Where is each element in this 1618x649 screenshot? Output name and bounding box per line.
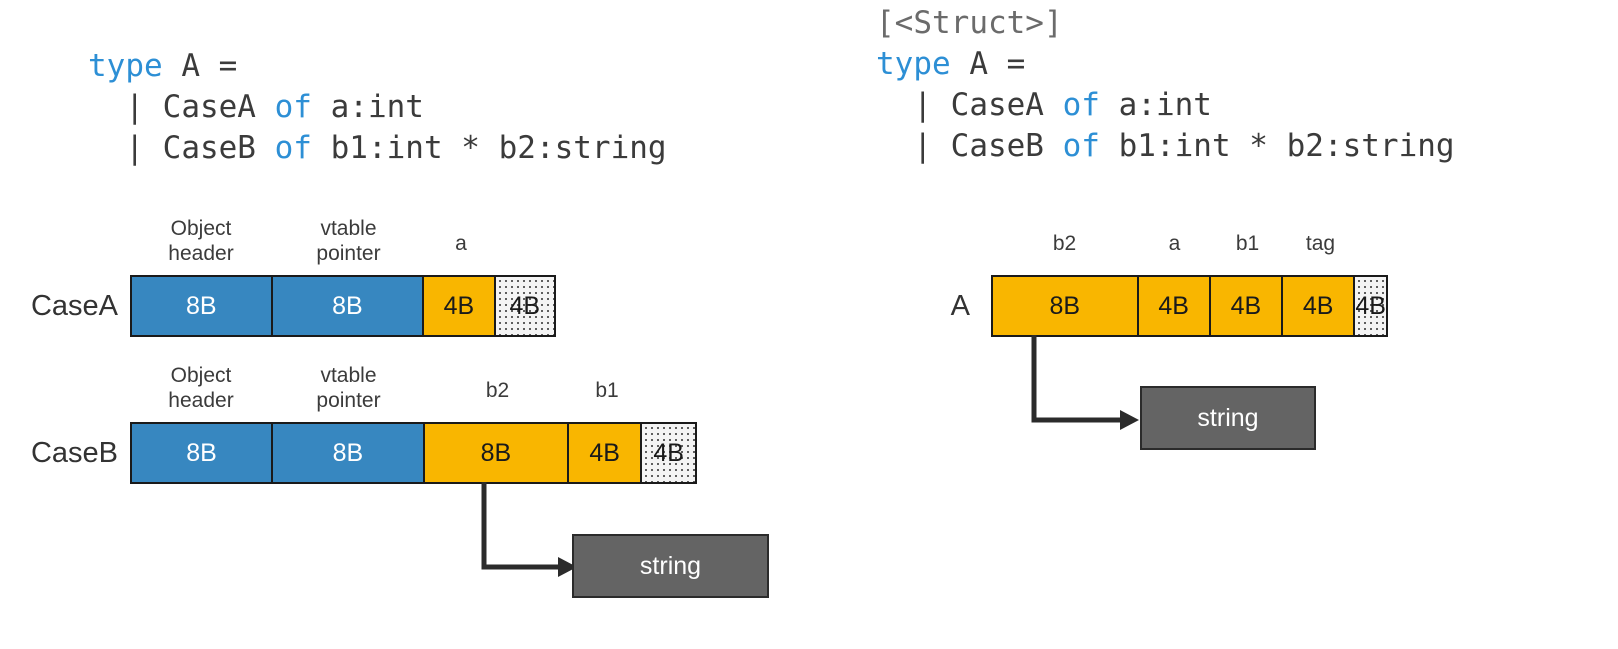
code-line: | CaseA of a:int (88, 87, 667, 128)
code-token: | CaseA (88, 89, 275, 125)
memory-cell-padding: 4B (495, 277, 554, 335)
code-token: b1:int * b2:string (311, 130, 667, 166)
struct-cell-b1: 4B (1210, 277, 1284, 335)
code-line: type A = (88, 46, 667, 87)
memory-cell-vtable-pointer-b: 8B (273, 424, 425, 482)
memory-cell-object-header: 8B (132, 277, 273, 335)
code-token: | CaseB (876, 128, 1063, 164)
struct-cell-b2: 8B (993, 277, 1139, 335)
code-token: type (88, 48, 163, 84)
code-token: | CaseA (876, 87, 1063, 123)
code-token: of (274, 89, 312, 125)
row-label-caseB: CaseB (30, 437, 118, 469)
cell-caption-b2-struct: b2 (1052, 232, 1077, 255)
memory-bar-caseA: 8B 8B 4B 4B (130, 275, 556, 337)
string-heap-box-left: string (572, 534, 769, 598)
code-token: of (274, 130, 312, 166)
code-line: [<Struct>] (876, 3, 1455, 44)
memory-cell-field-b1: 4B (568, 424, 643, 482)
code-line: type A = (876, 44, 1455, 85)
memory-cell-vtable-pointer: 8B (272, 277, 425, 335)
cell-caption-object-header-B: Object header (168, 364, 234, 412)
code-block-right: [<Struct>] type A = | CaseA of a:int | Ca… (876, 3, 1455, 167)
pointer-arrow-right (1031, 335, 1139, 430)
memory-cell-padding-b: 4B (642, 424, 696, 482)
row-label-struct-A: A (950, 290, 970, 322)
struct-cell-tag: 4B (1283, 277, 1356, 335)
code-line: | CaseA of a:int (876, 85, 1455, 126)
cell-caption-b2-B: b2 (485, 379, 510, 402)
cell-caption-b1-B: b1 (595, 379, 619, 402)
row-label-caseA: CaseA (30, 290, 118, 322)
cell-caption-object-header-A: Object header (168, 217, 234, 265)
memory-cell-field-a: 4B (424, 277, 496, 335)
code-token: a:int (1099, 87, 1212, 123)
code-token: of (1062, 87, 1100, 123)
code-token: type (876, 46, 951, 82)
code-line: | CaseB of b1:int * b2:string (88, 128, 667, 169)
cell-caption-a-struct: a (1168, 232, 1181, 255)
code-token: of (1062, 128, 1100, 164)
code-token: A = (950, 46, 1026, 82)
code-token: b1:int * b2:string (1099, 128, 1455, 164)
code-token: [<Struct>] (876, 5, 1063, 41)
string-heap-box-right: string (1140, 386, 1316, 450)
memory-bar-struct-A: 8B 4B 4B 4B 4B (991, 275, 1388, 337)
cell-caption-vtable-pointer-B: vtable pointer (316, 364, 381, 412)
cell-caption-vtable-pointer-A: vtable pointer (316, 217, 381, 265)
cell-caption-b1-struct: b1 (1235, 232, 1260, 255)
cell-caption-a-A: a (455, 232, 467, 255)
memory-cell-object-header-b: 8B (132, 424, 273, 482)
code-line: | CaseB of b1:int * b2:string (876, 126, 1455, 167)
code-block-left: type A = | CaseA of a:int | CaseB of b1:… (88, 46, 667, 169)
memory-cell-field-b2: 8B (424, 424, 569, 482)
cell-caption-tag-struct: tag (1305, 232, 1336, 255)
code-token: a:int (311, 89, 424, 125)
struct-cell-padding: 4B (1355, 277, 1386, 335)
code-token: | CaseB (88, 130, 275, 166)
code-token: A = (162, 48, 238, 84)
struct-cell-a: 4B (1138, 277, 1211, 335)
memory-bar-caseB: 8B 8B 8B 4B 4B (130, 422, 697, 484)
